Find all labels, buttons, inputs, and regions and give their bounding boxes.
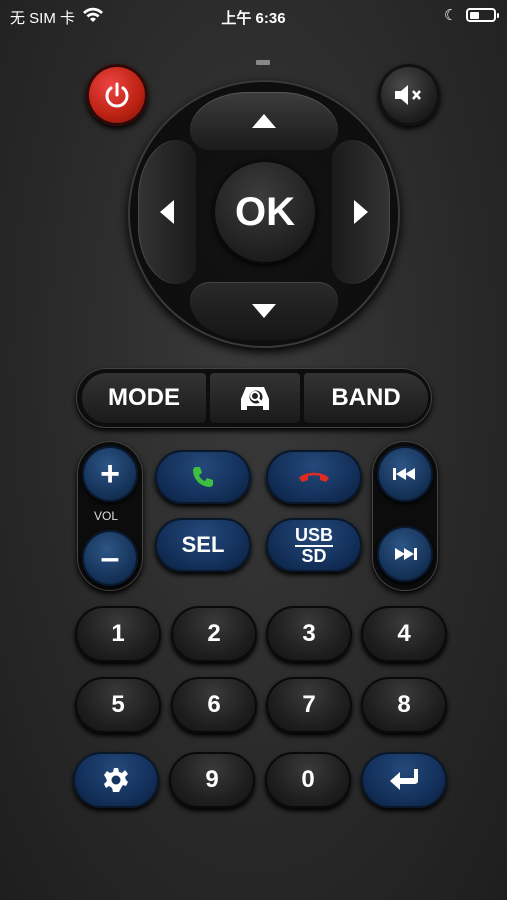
dpad-right-button[interactable] [332,140,390,284]
sd-label: SD [301,545,327,566]
dpad-down-button[interactable] [190,282,338,340]
ir-led-indicator [256,60,270,65]
ok-button[interactable]: OK [213,160,317,264]
settings-gear-icon [104,768,128,792]
usb-sd-button[interactable]: USB SD [266,518,362,572]
previous-track-icon [393,468,415,480]
status-bar: 无 SIM 卡 上午 6:36 ☾ [0,0,507,30]
digit-9-button[interactable]: 9 [169,752,255,808]
next-track-icon [395,548,417,560]
moon-icon: ☾ [444,7,458,24]
call-answer-button[interactable] [155,450,251,504]
clock-time: 上午 6:36 [221,10,286,27]
digit-6-button[interactable]: 6 [171,677,257,733]
arrow-down-icon [252,304,276,318]
mute-button[interactable] [378,64,440,126]
return-button[interactable] [361,752,447,808]
digit-1-button[interactable]: 1 [75,606,161,662]
call-hangup-icon [299,472,329,482]
usb-sd-label: USB SD [294,524,333,566]
digit-3-button[interactable]: 3 [266,606,352,662]
arrow-right-icon [354,200,368,224]
select-label: SEL [181,532,225,557]
navigation-button[interactable] [210,373,300,423]
dpad-up-button[interactable] [190,92,338,150]
settings-button[interactable] [73,752,159,808]
volume-up-label: + [100,455,120,493]
digit-2-button[interactable]: 2 [171,606,257,662]
volume-down-label: – [100,539,120,577]
mute-icon [395,85,421,105]
dpad-left-button[interactable] [138,140,196,284]
call-answer-icon [193,467,213,487]
return-enter-icon [390,769,418,790]
usb-label: USB [294,524,333,547]
battery-icon [466,8,499,22]
car-navigation-icon [241,387,269,410]
mode-button[interactable]: MODE [82,373,206,423]
digit-5-button[interactable]: 5 [75,677,161,733]
power-icon [105,82,129,108]
select-button[interactable]: SEL [155,518,251,572]
next-track-button[interactable] [377,526,433,582]
arrow-left-icon [160,200,174,224]
volume-down-button[interactable]: – [82,530,138,586]
arrow-up-icon [252,114,276,128]
volume-label: VOL [94,509,119,523]
call-hangup-button[interactable] [266,450,362,504]
digit-0-button[interactable]: 0 [265,752,351,808]
digit-8-button[interactable]: 8 [361,677,447,733]
digit-7-button[interactable]: 7 [266,677,352,733]
previous-track-button[interactable] [377,446,433,502]
power-button[interactable] [86,64,148,126]
volume-up-button[interactable]: + [82,446,138,502]
digit-4-button[interactable]: 4 [361,606,447,662]
band-button[interactable]: BAND [304,373,428,423]
